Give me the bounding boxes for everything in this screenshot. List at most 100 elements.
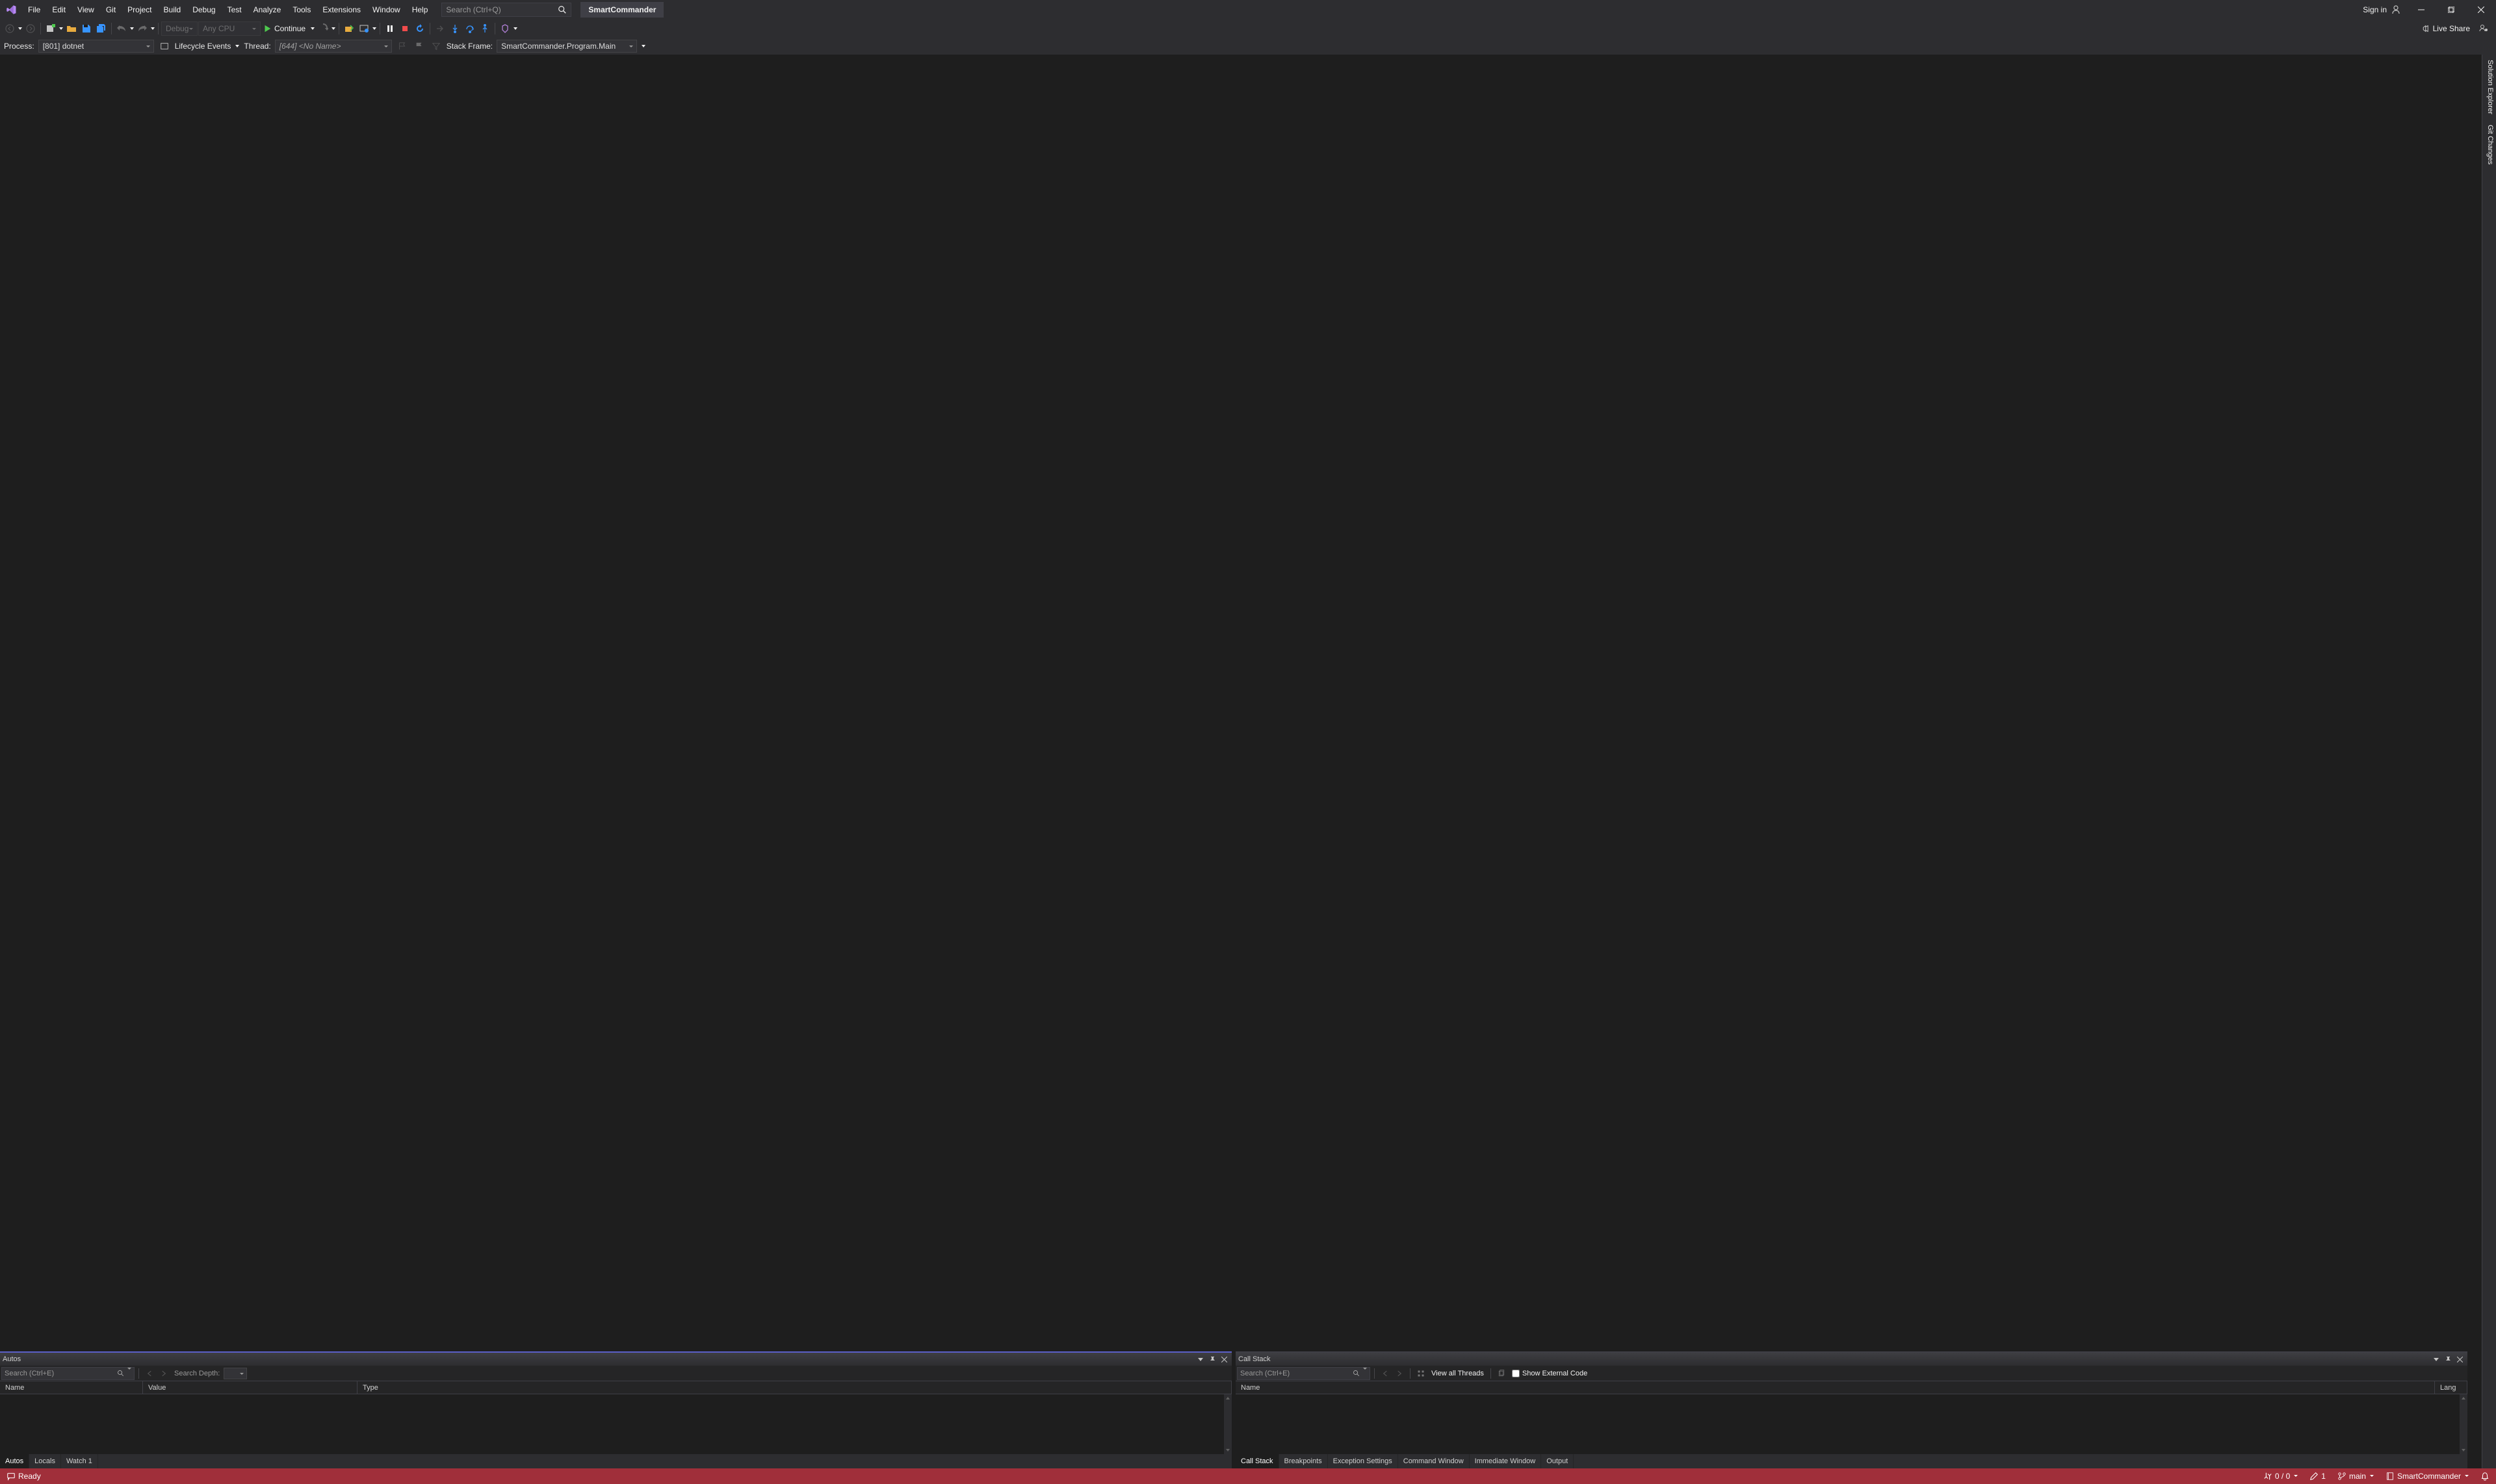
menu-git[interactable]: Git <box>100 0 122 20</box>
callstack-search-input[interactable]: Search (Ctrl+E) <box>1237 1367 1370 1380</box>
pause-button[interactable] <box>383 21 397 36</box>
tab-locals[interactable]: Locals <box>29 1454 61 1468</box>
thread-flag-button[interactable] <box>396 40 409 53</box>
global-search-input[interactable]: Search (Ctrl+Q) <box>441 3 571 17</box>
browser-link-dropdown[interactable] <box>372 21 377 36</box>
notifications-button[interactable] <box>2478 1468 2492 1484</box>
sidetab-solution-explorer[interactable]: Solution Explorer <box>2482 55 2496 120</box>
threads-icon[interactable] <box>1414 1367 1427 1380</box>
scroll-down-icon[interactable] <box>2460 1446 2467 1454</box>
tab-command-window[interactable]: Command Window <box>1398 1454 1470 1468</box>
stop-button[interactable] <box>398 21 412 36</box>
status-ready[interactable]: Ready <box>4 1468 44 1484</box>
nav-back-dropdown[interactable] <box>18 21 23 36</box>
thread-combo[interactable]: [644] <No Name> <box>275 40 392 53</box>
sidetab-git-changes[interactable]: Git Changes <box>2482 120 2496 170</box>
menu-help[interactable]: Help <box>406 0 434 20</box>
lifecycle-dropdown[interactable] <box>235 39 240 53</box>
autos-panel-titlebar[interactable]: Autos <box>0 1353 1232 1366</box>
callstack-scrollbar[interactable] <box>2460 1394 2467 1454</box>
callstack-search-dropdown[interactable] <box>1360 1370 1367 1377</box>
feedback-button[interactable] <box>2476 21 2491 36</box>
menu-tools[interactable]: Tools <box>287 0 317 20</box>
config-combo[interactable]: Debug <box>161 21 198 36</box>
show-external-code-toggle[interactable]: Show External Code <box>1509 1370 1590 1377</box>
open-file-button[interactable] <box>64 21 79 36</box>
autos-col-name[interactable]: Name <box>0 1381 143 1394</box>
minimize-button[interactable] <box>2406 0 2436 20</box>
autos-search-next-button[interactable] <box>157 1367 170 1380</box>
menu-debug[interactable]: Debug <box>187 0 221 20</box>
toolbar-overflow[interactable] <box>513 21 518 36</box>
copy-icon[interactable] <box>1495 1367 1508 1380</box>
menu-build[interactable]: Build <box>158 0 187 20</box>
thread-filter-button[interactable] <box>430 40 443 53</box>
search-depth-combo[interactable] <box>224 1368 247 1379</box>
tab-autos[interactable]: Autos <box>0 1454 29 1468</box>
nav-fwd-button[interactable] <box>23 21 38 36</box>
debugbar-overflow[interactable] <box>641 39 646 53</box>
tab-exception-settings[interactable]: Exception Settings <box>1328 1454 1398 1468</box>
lifecycle-events-icon[interactable] <box>158 40 171 53</box>
step-out-button[interactable] <box>478 21 492 36</box>
autos-col-type[interactable]: Type <box>358 1381 1232 1394</box>
save-button[interactable] <box>79 21 94 36</box>
tab-output[interactable]: Output <box>1541 1454 1574 1468</box>
menu-window[interactable]: Window <box>367 0 406 20</box>
pin-button[interactable] <box>2443 1354 2453 1364</box>
show-next-statement-button[interactable] <box>433 21 447 36</box>
status-changes[interactable]: 1 <box>2307 1468 2328 1484</box>
menu-test[interactable]: Test <box>222 0 248 20</box>
live-share-button[interactable]: Live Share <box>2416 21 2474 36</box>
autos-search-dropdown[interactable] <box>125 1370 131 1377</box>
menu-analyze[interactable]: Analyze <box>248 0 287 20</box>
callstack-col-name[interactable]: Name <box>1236 1381 2435 1394</box>
menu-edit[interactable]: Edit <box>46 0 72 20</box>
close-panel-button[interactable] <box>2454 1354 2465 1364</box>
continue-button[interactable]: Continue <box>261 21 309 36</box>
nav-back-button[interactable] <box>3 21 17 36</box>
hot-reload-button[interactable] <box>316 21 330 36</box>
new-project-dropdown[interactable] <box>58 21 64 36</box>
thread-flagged-button[interactable] <box>413 40 426 53</box>
redo-button[interactable] <box>135 21 150 36</box>
menu-file[interactable]: File <box>22 0 46 20</box>
status-repo[interactable]: SmartCommander <box>2383 1468 2471 1484</box>
browser-link-button[interactable] <box>357 21 371 36</box>
scroll-down-icon[interactable] <box>1224 1446 1232 1454</box>
callstack-next-button[interactable] <box>1393 1367 1406 1380</box>
tab-immediate-window[interactable]: Immediate Window <box>1470 1454 1542 1468</box>
signin-button[interactable]: Sign in <box>2358 0 2406 20</box>
autos-search-input[interactable]: Search (Ctrl+E) <box>1 1367 135 1380</box>
scroll-up-icon[interactable] <box>2460 1394 2467 1402</box>
status-errors[interactable]: 0 / 0 <box>2261 1468 2300 1484</box>
close-panel-button[interactable] <box>1219 1354 1229 1364</box>
solution-name-badge[interactable]: SmartCommander <box>580 2 664 18</box>
callstack-prev-button[interactable] <box>1379 1367 1392 1380</box>
scroll-up-icon[interactable] <box>1224 1394 1232 1402</box>
menu-view[interactable]: View <box>72 0 100 20</box>
close-button[interactable] <box>2466 0 2496 20</box>
menu-extensions[interactable]: Extensions <box>317 0 367 20</box>
callstack-body[interactable] <box>1236 1394 2467 1454</box>
hot-reload-dropdown[interactable] <box>331 21 336 36</box>
status-branch[interactable]: main <box>2335 1468 2376 1484</box>
restart-button[interactable] <box>413 21 427 36</box>
show-external-checkbox[interactable] <box>1512 1370 1520 1377</box>
callstack-titlebar[interactable]: Call Stack <box>1236 1353 2467 1366</box>
save-all-button[interactable] <box>94 21 109 36</box>
attach-button[interactable] <box>342 21 356 36</box>
redo-dropdown[interactable] <box>150 21 155 36</box>
window-position-button[interactable] <box>1195 1354 1206 1364</box>
process-combo[interactable]: [801] dotnet <box>38 40 154 53</box>
lifecycle-events-label[interactable]: Lifecycle Events <box>175 42 231 51</box>
autos-body[interactable] <box>0 1394 1232 1454</box>
new-project-button[interactable] <box>44 21 58 36</box>
tab-breakpoints[interactable]: Breakpoints <box>1279 1454 1328 1468</box>
view-all-threads-toggle[interactable]: View all Threads <box>1429 1370 1487 1377</box>
autos-scrollbar[interactable] <box>1224 1394 1232 1454</box>
window-position-button[interactable] <box>2431 1354 2441 1364</box>
autos-search-prev-button[interactable] <box>143 1367 156 1380</box>
intellicode-button[interactable] <box>498 21 512 36</box>
step-over-button[interactable] <box>463 21 477 36</box>
